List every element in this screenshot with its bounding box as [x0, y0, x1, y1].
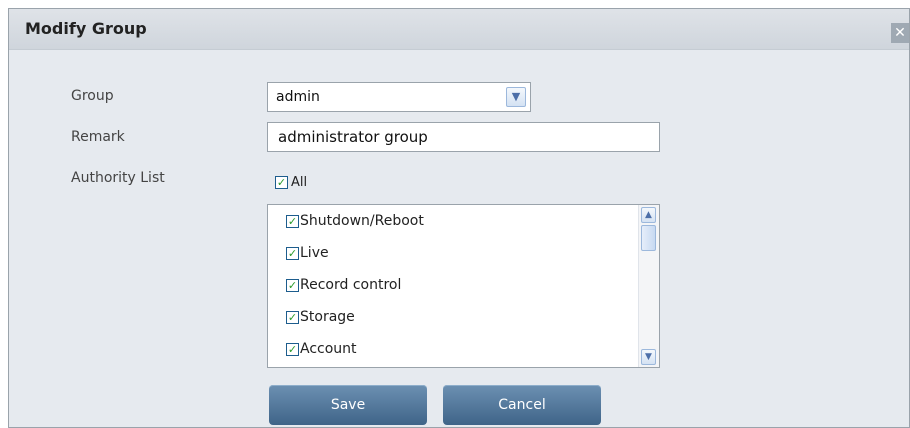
group-select-value: admin — [276, 89, 320, 105]
remark-input[interactable] — [267, 122, 660, 152]
authority-checkbox-shutdown[interactable]: ✓ — [286, 214, 299, 228]
list-item[interactable]: ✓ Account — [286, 341, 357, 357]
dialog-titlebar: Modify Group ✕ — [9, 9, 909, 50]
authority-checkbox-live[interactable]: ✓ — [286, 246, 299, 260]
authority-label: Account — [300, 341, 357, 357]
authority-label: Record control — [300, 277, 402, 293]
listbox-scrollbar[interactable]: ▲ ▼ — [638, 205, 659, 367]
scroll-down-icon[interactable]: ▼ — [641, 349, 656, 365]
chevron-down-icon[interactable]: ▼ — [506, 87, 526, 107]
group-select[interactable]: admin ▼ — [267, 82, 531, 112]
scroll-up-icon[interactable]: ▲ — [641, 207, 656, 223]
authority-checkbox-account[interactable]: ✓ — [286, 342, 299, 356]
authority-label: Live — [300, 245, 329, 261]
authority-list-label: Authority List — [71, 170, 165, 186]
list-item[interactable]: ✓ Live — [286, 245, 329, 261]
group-label: Group — [71, 88, 114, 104]
authority-checkbox-record-control[interactable]: ✓ — [286, 278, 299, 292]
save-button[interactable]: Save — [269, 385, 427, 425]
modify-group-dialog: Modify Group ✕ Group admin ▼ Remark Auth… — [8, 8, 910, 428]
remark-label: Remark — [71, 129, 125, 145]
all-checkbox-label: All — [291, 175, 308, 190]
authority-checkbox-storage[interactable]: ✓ — [286, 310, 299, 324]
list-item[interactable]: ✓ Storage — [286, 309, 355, 325]
list-item[interactable]: ✓ Shutdown/Reboot — [286, 213, 424, 229]
dialog-title: Modify Group — [25, 19, 147, 38]
all-checkbox-row[interactable]: ✓ All — [275, 175, 307, 190]
scroll-thumb[interactable] — [641, 225, 656, 251]
cancel-button[interactable]: Cancel — [443, 385, 601, 425]
authority-label: Shutdown/Reboot — [300, 213, 424, 229]
list-item[interactable]: ✓ Record control — [286, 277, 401, 293]
authority-label: Storage — [300, 309, 355, 325]
close-icon[interactable]: ✕ — [891, 23, 909, 43]
all-checkbox[interactable]: ✓ — [275, 176, 288, 189]
authority-listbox[interactable]: ✓ Shutdown/Reboot ✓ Live ✓ Record control ✓… — [267, 204, 660, 368]
